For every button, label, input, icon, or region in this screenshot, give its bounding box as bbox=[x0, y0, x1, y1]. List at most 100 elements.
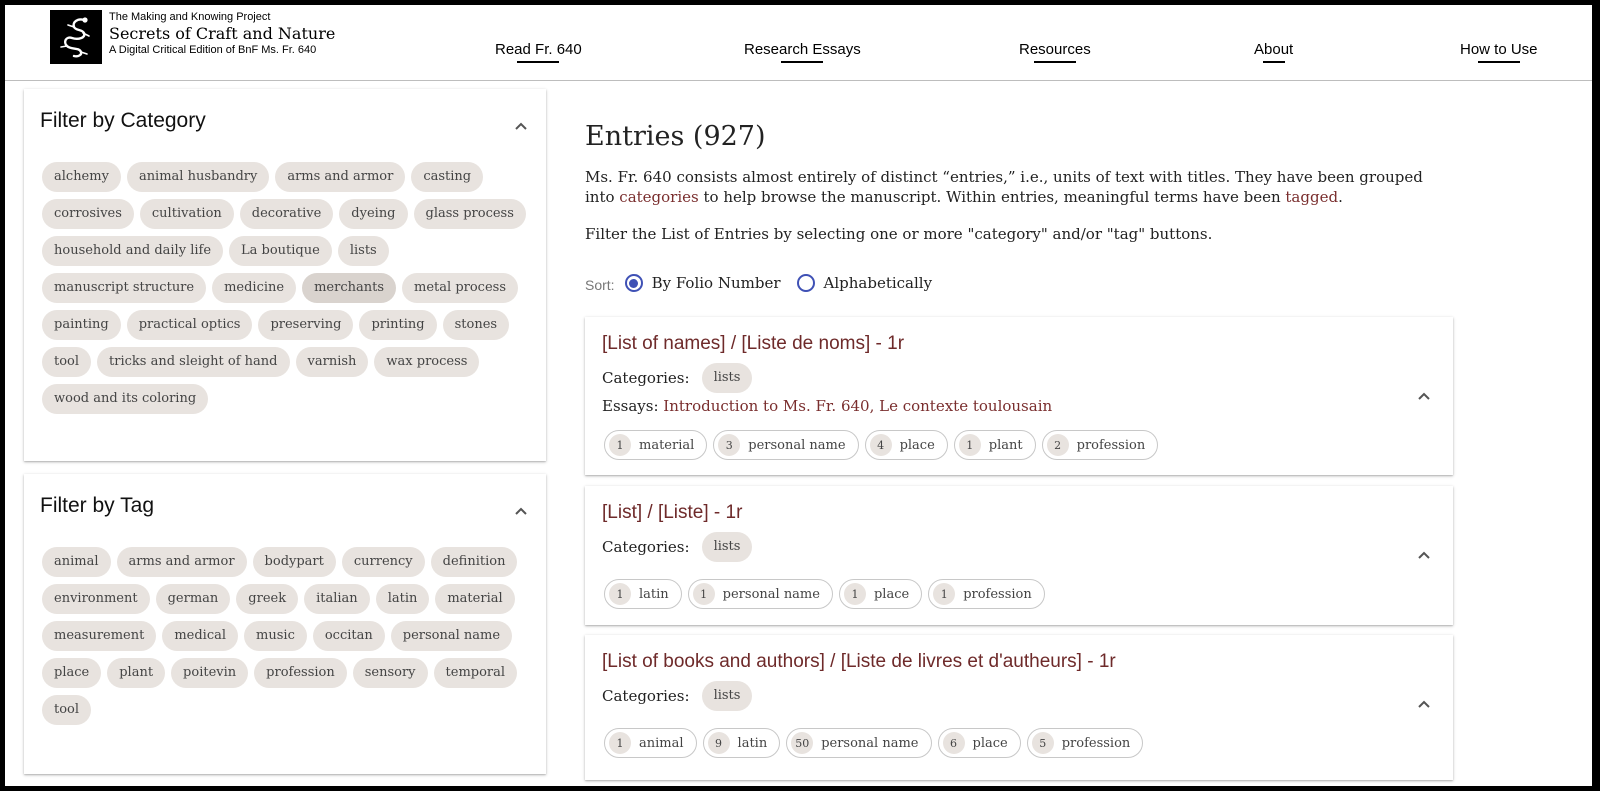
category-filter-chip[interactable]: practical optics bbox=[126, 310, 253, 340]
entry-tag[interactable]: 1 profession bbox=[928, 579, 1045, 609]
category-filter-chip[interactable]: glass process bbox=[413, 199, 526, 229]
category-filter-chip[interactable]: tricks and sleight of hand bbox=[97, 347, 290, 377]
entry-title[interactable]: [List of books and authors] / [Liste de … bbox=[602, 651, 1116, 673]
tag-filter-chip[interactable]: material bbox=[435, 584, 515, 614]
entry-card[interactable]: [List of books and authors] / [Liste de … bbox=[585, 635, 1453, 780]
category-filter-chip[interactable]: arms and armor bbox=[275, 162, 406, 192]
category-filter-chip[interactable]: cultivation bbox=[139, 199, 234, 229]
tag-filter-chip[interactable]: bodypart bbox=[252, 547, 336, 577]
entry-tag[interactable]: 1 animal bbox=[604, 728, 697, 758]
entry-tag[interactable]: 1 material bbox=[604, 430, 708, 460]
tag-filter-chip[interactable]: animal bbox=[42, 547, 111, 577]
nav-about[interactable]: About bbox=[1254, 41, 1293, 63]
project-name: The Making and Knowing Project bbox=[109, 11, 271, 23]
category-filter-chip[interactable]: lists bbox=[337, 236, 389, 266]
nav-research-essays[interactable]: Research Essays bbox=[744, 41, 861, 63]
entry-card[interactable]: [List] / [Liste] - 1r Categories: lists … bbox=[585, 486, 1453, 625]
category-filter-chip[interactable]: tool bbox=[42, 347, 92, 377]
sort-alpha-label[interactable]: Alphabetically bbox=[824, 274, 933, 292]
tag-filter-chip[interactable]: occitan bbox=[312, 621, 385, 651]
tag-filter-chip[interactable]: plant bbox=[107, 658, 166, 688]
tag-filter-chip[interactable]: greek bbox=[236, 584, 299, 614]
tag-filter-chip[interactable]: temporal bbox=[433, 658, 518, 688]
category-filter-chip[interactable]: preserving bbox=[258, 310, 354, 340]
category-filter-chip[interactable]: stones bbox=[442, 310, 510, 340]
entry-tag[interactable]: 2 profession bbox=[1041, 430, 1159, 460]
tag-filter-chip[interactable]: poitevin bbox=[171, 658, 249, 688]
category-filter-chip[interactable]: dyeing bbox=[339, 199, 408, 229]
category-filter-chip[interactable]: painting bbox=[42, 310, 121, 340]
category-filter-chip[interactable]: printing bbox=[359, 310, 437, 340]
tag-filter-chip[interactable]: latin bbox=[375, 584, 430, 614]
categories-link[interactable]: categories bbox=[619, 188, 698, 206]
essays-label: Essays: bbox=[602, 397, 659, 415]
chevron-up-icon[interactable] bbox=[514, 121, 528, 131]
sort-folio-radio[interactable] bbox=[624, 274, 643, 292]
category-filter-chip[interactable]: alchemy bbox=[42, 162, 121, 192]
tag-filter-chip[interactable]: environment bbox=[42, 584, 150, 614]
app-frame: The Making and Knowing Project Secrets o… bbox=[5, 5, 1592, 786]
tag-filter-title: Filter by Tag bbox=[40, 494, 154, 517]
entry-tag[interactable]: 4 place bbox=[864, 430, 948, 460]
site-logo[interactable] bbox=[50, 10, 102, 64]
nav-resources[interactable]: Resources bbox=[1019, 41, 1091, 63]
category-filter-chip[interactable]: wood and its coloring bbox=[42, 384, 209, 414]
chevron-up-icon[interactable] bbox=[514, 506, 528, 516]
entry-title[interactable]: [List of names] / [Liste de noms] - 1r bbox=[602, 333, 904, 355]
tag-filter-chip[interactable]: medical bbox=[162, 621, 239, 651]
tag-label: personal name bbox=[722, 586, 820, 602]
chevron-up-icon[interactable] bbox=[1417, 550, 1431, 560]
category-filter-chip[interactable]: manuscript structure bbox=[42, 273, 207, 303]
entry-title[interactable]: [List] / [Liste] - 1r bbox=[602, 502, 742, 524]
entry-tag[interactable]: 1 latin bbox=[604, 579, 682, 609]
brand-block[interactable]: The Making and Knowing Project Secrets o… bbox=[109, 11, 335, 56]
category-filter-chip[interactable]: corrosives bbox=[42, 199, 134, 229]
category-filter-chip[interactable]: household and daily life bbox=[42, 236, 224, 266]
nav-read[interactable]: Read Fr. 640 bbox=[495, 41, 582, 63]
site-subtitle: A Digital Critical Edition of BnF Ms. Fr… bbox=[109, 44, 317, 56]
entry-tag[interactable]: 9 latin bbox=[702, 728, 781, 758]
tag-filter-chip[interactable]: german bbox=[155, 584, 231, 614]
categories-label: Categories: bbox=[602, 687, 690, 705]
chevron-up-icon[interactable] bbox=[1417, 391, 1431, 401]
sort-alpha-radio[interactable] bbox=[796, 274, 815, 292]
category-filter-chip[interactable]: merchants bbox=[302, 273, 397, 303]
category-filter-chip[interactable]: decorative bbox=[239, 199, 334, 229]
category-filter-chip[interactable]: animal husbandry bbox=[126, 162, 270, 192]
entry-category-chip[interactable]: lists bbox=[701, 532, 753, 562]
tag-filter-chip[interactable]: place bbox=[42, 658, 102, 688]
sort-folio-label[interactable]: By Folio Number bbox=[652, 274, 781, 292]
entry-card[interactable]: [List of names] / [Liste de noms] - 1r C… bbox=[585, 317, 1453, 475]
nav-how-to-use[interactable]: How to Use bbox=[1460, 41, 1538, 63]
category-filter-chip[interactable]: medicine bbox=[212, 273, 297, 303]
category-filter-chip[interactable]: casting bbox=[411, 162, 484, 192]
entry-tag[interactable]: 3 personal name bbox=[713, 430, 859, 460]
tag-filter-chip[interactable]: personal name bbox=[390, 621, 513, 651]
chevron-up-icon[interactable] bbox=[1417, 699, 1431, 709]
entry-tag[interactable]: 1 personal name bbox=[687, 579, 833, 609]
category-filter-chip[interactable]: wax process bbox=[374, 347, 480, 377]
tag-filter-chip[interactable]: tool bbox=[42, 695, 92, 725]
tag-filter-chip[interactable]: currency bbox=[341, 547, 425, 577]
tag-filter-chip[interactable]: profession bbox=[254, 658, 347, 688]
entry-tag[interactable]: 1 plant bbox=[953, 430, 1036, 460]
category-filter-chip[interactable]: La boutique bbox=[229, 236, 332, 266]
tag-filter-chip[interactable]: music bbox=[244, 621, 307, 651]
tag-filter-chip[interactable]: italian bbox=[304, 584, 370, 614]
entry-category-chip[interactable]: lists bbox=[701, 363, 753, 393]
essay-link[interactable]: Introduction to Ms. Fr. 640, Le contexte… bbox=[663, 397, 1052, 415]
entry-tag[interactable]: 6 place bbox=[937, 728, 1021, 758]
entry-tag[interactable]: 5 profession bbox=[1026, 728, 1144, 758]
tag-filter-chip[interactable]: arms and armor bbox=[116, 547, 247, 577]
tagged-link[interactable]: tagged bbox=[1285, 188, 1338, 206]
entry-tag[interactable]: 1 place bbox=[838, 579, 923, 609]
tag-filter-chip[interactable]: definition bbox=[430, 547, 518, 577]
tag-filter-chip[interactable]: measurement bbox=[42, 621, 157, 651]
entry-category-chip[interactable]: lists bbox=[701, 681, 753, 711]
tag-label: personal name bbox=[821, 735, 919, 751]
tag-label: place bbox=[972, 735, 1008, 751]
entry-tag[interactable]: 50 personal name bbox=[786, 728, 932, 758]
category-filter-chip[interactable]: metal process bbox=[402, 273, 518, 303]
tag-filter-chip[interactable]: sensory bbox=[352, 658, 428, 688]
category-filter-chip[interactable]: varnish bbox=[295, 347, 369, 377]
